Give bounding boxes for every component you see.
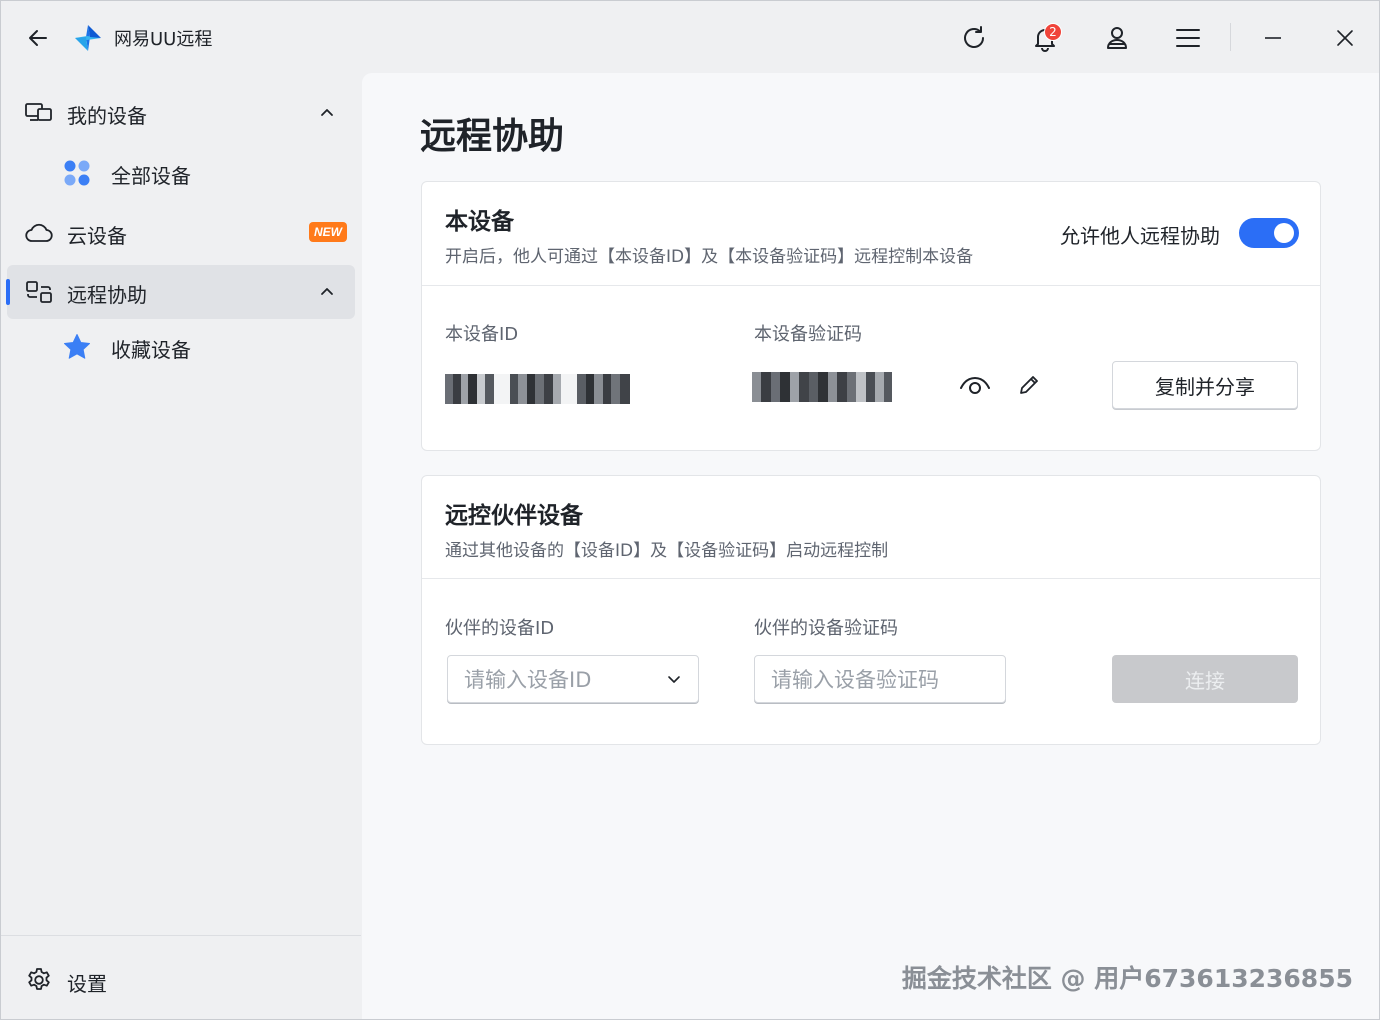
device-id-value-obscured — [445, 374, 630, 404]
remote-assist-icon — [25, 279, 53, 305]
card-title: 远控伙伴设备 — [445, 503, 583, 529]
sidebar-item-remote-assist[interactable]: 远程协助 — [6, 265, 355, 319]
sidebar-item-label: 我的设备 — [67, 104, 147, 128]
partner-code-input[interactable]: 请输入设备验证码 — [754, 655, 1006, 703]
device-code-label: 本设备验证码 — [754, 324, 862, 345]
this-device-card-header: 本设备 开启后，他人可通过【本设备ID】及【本设备验证码】远程控制本设备 允许他… — [422, 182, 1320, 286]
partner-id-label: 伙伴的设备ID — [445, 618, 555, 639]
sidebar-divider — [1, 935, 361, 936]
minimize-icon[interactable] — [1256, 21, 1290, 55]
close-icon[interactable] — [1328, 21, 1362, 55]
this-device-card: 本设备 开启后，他人可通过【本设备ID】及【本设备验证码】远程控制本设备 允许他… — [421, 181, 1321, 451]
device-id-label: 本设备ID — [445, 324, 519, 345]
settings-label: 设置 — [67, 972, 107, 996]
sidebar-item-cloud-devices[interactable]: 云设备 NEW — [7, 206, 355, 260]
sidebar-item-label: 远程协助 — [67, 283, 147, 307]
toggle-knob — [1274, 223, 1294, 243]
device-code-value-obscured — [752, 372, 892, 402]
sidebar-item-all-devices[interactable]: 全部设备 — [7, 146, 355, 200]
chevron-down-icon[interactable] — [664, 670, 684, 690]
page-title: 远程协助 — [420, 116, 565, 157]
new-badge: NEW — [309, 222, 347, 242]
sidebar: 我的设备 全部设备 云设备 NEW 远程协助 收藏设备 设置 — [1, 73, 361, 1019]
sidebar-item-label: 云设备 — [67, 224, 127, 248]
chevron-up-icon[interactable] — [317, 281, 337, 301]
notification-count-badge: 2 — [1044, 23, 1062, 41]
partner-id-placeholder: 请输入设备ID — [464, 668, 592, 692]
chevron-up-icon[interactable] — [317, 102, 337, 122]
partner-id-input[interactable]: 请输入设备ID — [447, 655, 699, 703]
partner-device-card: 远控伙伴设备 通过其他设备的【设备ID】及【设备验证码】启动远程控制 伙伴的设备… — [421, 475, 1321, 745]
sidebar-item-settings[interactable]: 设置 — [7, 953, 355, 1007]
main-panel: 远程协助 本设备 开启后，他人可通过【本设备ID】及【本设备验证码】远程控制本设… — [362, 73, 1379, 1019]
all-devices-icon — [63, 160, 91, 186]
show-code-eye-icon[interactable] — [958, 368, 992, 402]
partner-code-label: 伙伴的设备验证码 — [754, 618, 898, 639]
user-account-icon[interactable] — [1100, 21, 1134, 55]
card-title: 本设备 — [445, 209, 514, 235]
app-logo-icon — [73, 23, 103, 53]
allow-remote-toggle[interactable] — [1239, 218, 1299, 248]
titlebar-separator — [1230, 23, 1231, 51]
title-bar: 网易UU远程 2 — [1, 1, 1379, 73]
copy-share-button[interactable]: 复制并分享 — [1112, 361, 1298, 409]
sidebar-item-label: 收藏设备 — [111, 338, 191, 362]
allow-remote-label: 允许他人远程协助 — [1060, 224, 1220, 248]
edit-code-pencil-icon[interactable] — [1012, 368, 1046, 402]
sidebar-item-my-devices[interactable]: 我的设备 — [7, 86, 355, 140]
partner-card-header: 远控伙伴设备 通过其他设备的【设备ID】及【设备验证码】启动远程控制 — [422, 476, 1320, 579]
gear-icon — [25, 966, 53, 994]
app-window: 网易UU远程 2 我的设备 全部设备 云设备 NEW 远程协助 收藏设备 设置 … — [0, 0, 1380, 1020]
notification-bell-icon[interactable]: 2 — [1028, 21, 1062, 55]
connect-button[interactable]: 连接 — [1112, 655, 1298, 703]
cloud-icon — [25, 220, 53, 246]
devices-icon — [25, 100, 53, 126]
refresh-icon[interactable] — [957, 21, 991, 55]
menu-icon[interactable] — [1171, 21, 1205, 55]
watermark: 掘金技术社区 @ 用户673613236855 — [901, 964, 1353, 993]
partner-code-placeholder: 请输入设备验证码 — [771, 668, 939, 692]
star-icon — [63, 334, 91, 360]
app-title: 网易UU远程 — [114, 29, 213, 50]
back-arrow-icon[interactable] — [23, 23, 53, 53]
active-indicator — [6, 279, 10, 305]
card-description: 开启后，他人可通过【本设备ID】及【本设备验证码】远程控制本设备 — [445, 247, 974, 267]
sidebar-item-favorites[interactable]: 收藏设备 — [7, 320, 355, 374]
sidebar-item-label: 全部设备 — [111, 164, 191, 188]
card-description: 通过其他设备的【设备ID】及【设备验证码】启动远程控制 — [445, 541, 889, 561]
